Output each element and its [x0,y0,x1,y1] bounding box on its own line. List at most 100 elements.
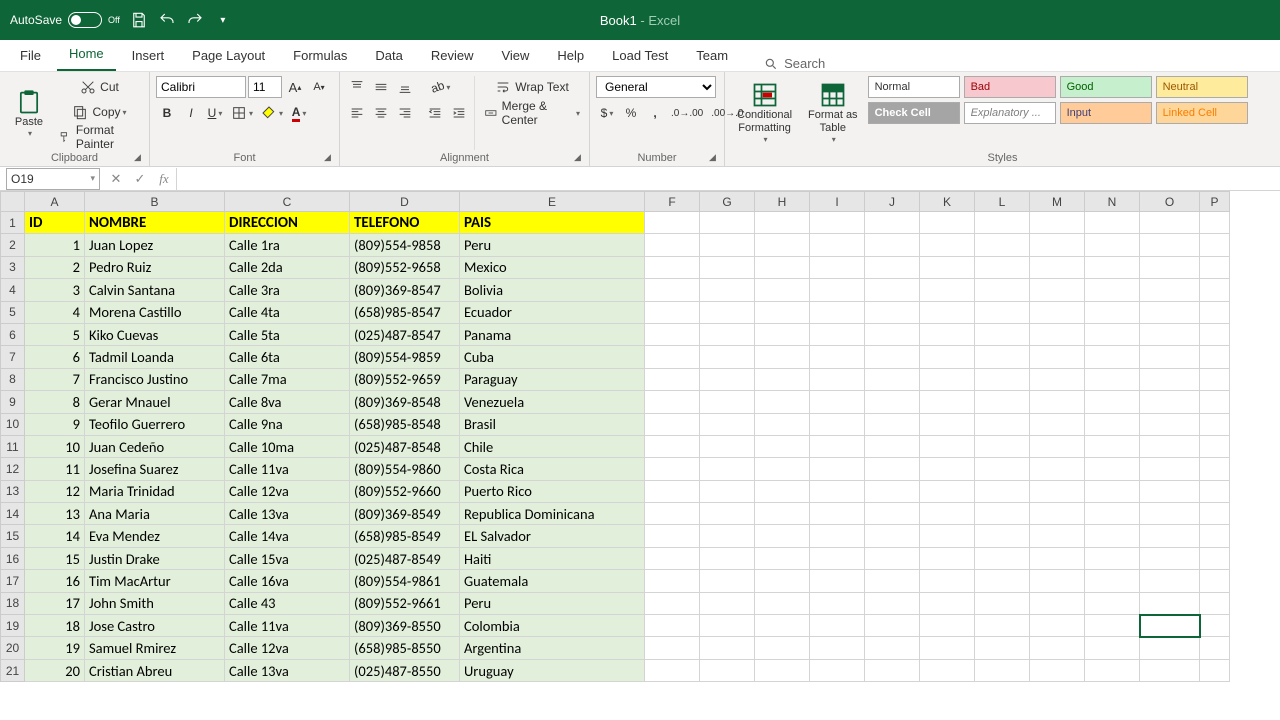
cell[interactable] [755,525,810,547]
cell[interactable] [1200,480,1230,502]
cell[interactable] [645,234,700,256]
cell[interactable] [1085,256,1140,278]
cell[interactable] [810,301,865,323]
cell[interactable] [1030,503,1085,525]
cell[interactable]: Mexico [460,256,645,278]
tab-help[interactable]: Help [545,42,596,71]
cell[interactable] [920,234,975,256]
cell[interactable]: 19 [25,637,85,659]
cell[interactable] [755,503,810,525]
col-header-A[interactable]: A [25,192,85,212]
cell[interactable]: 10 [25,435,85,457]
cell[interactable] [755,435,810,457]
cell[interactable]: (809)369-8550 [350,615,460,637]
percent-button[interactable]: % [620,102,642,124]
cell[interactable]: 12 [25,480,85,502]
cell[interactable] [1200,592,1230,614]
cell[interactable] [1200,256,1230,278]
cell[interactable] [975,570,1030,592]
select-all-corner[interactable] [1,192,25,212]
cell[interactable] [920,637,975,659]
cell[interactable] [700,346,755,368]
cell[interactable] [810,234,865,256]
search-box[interactable]: Search [764,56,825,71]
cell[interactable] [1085,346,1140,368]
cell[interactable] [1085,547,1140,569]
cell[interactable] [755,615,810,637]
cell[interactable]: Calle 9na [225,413,350,435]
row-header-16[interactable]: 16 [1,547,25,569]
cell[interactable]: Calle 12va [225,637,350,659]
cell[interactable] [755,637,810,659]
cell[interactable]: Teofilo Guerrero [85,413,225,435]
cell[interactable]: Francisco Justino [85,368,225,390]
cell[interactable]: Ecuador [460,301,645,323]
autosave-toggle[interactable]: AutoSave Off [10,12,120,28]
tab-view[interactable]: View [489,42,541,71]
cut-button[interactable]: Cut [56,76,143,98]
cell[interactable] [920,391,975,413]
cell[interactable]: Tadmil Loanda [85,346,225,368]
tab-team[interactable]: Team [684,42,740,71]
cell[interactable] [1200,301,1230,323]
cell[interactable] [755,458,810,480]
cell[interactable] [1030,212,1085,234]
cell[interactable] [865,413,920,435]
cell[interactable]: TELEFONO [350,212,460,234]
cell[interactable] [865,301,920,323]
cell[interactable] [920,458,975,480]
cell[interactable] [645,637,700,659]
tab-load-test[interactable]: Load Test [600,42,680,71]
cell[interactable] [1200,346,1230,368]
cell[interactable]: (025)487-8549 [350,547,460,569]
cell[interactable] [865,525,920,547]
cell[interactable] [810,435,865,457]
cell[interactable] [1140,279,1200,301]
row-header-1[interactable]: 1 [1,212,25,234]
cell[interactable]: Josefina Suarez [85,458,225,480]
cell[interactable]: (809)554-9861 [350,570,460,592]
cell[interactable] [1140,212,1200,234]
cell[interactable] [975,413,1030,435]
cell[interactable] [700,234,755,256]
cell[interactable] [1085,368,1140,390]
cell[interactable] [810,570,865,592]
cell[interactable] [920,592,975,614]
cell[interactable] [1200,458,1230,480]
cell[interactable]: (809)369-8547 [350,279,460,301]
cell[interactable] [920,413,975,435]
cell[interactable]: 13 [25,503,85,525]
cell[interactable]: Haiti [460,547,645,569]
cell[interactable]: 3 [25,279,85,301]
cell[interactable]: Peru [460,592,645,614]
cell[interactable] [1030,480,1085,502]
cell[interactable]: 17 [25,592,85,614]
cell[interactable]: Paraguay [460,368,645,390]
font-color-button[interactable]: A▾ [288,102,310,124]
cell[interactable] [1140,346,1200,368]
cell[interactable]: Calle 13va [225,503,350,525]
col-header-H[interactable]: H [755,192,810,212]
cell[interactable] [810,637,865,659]
cell[interactable]: Chile [460,435,645,457]
qat-dropdown-icon[interactable]: ▾ [214,11,232,29]
cell[interactable]: Panama [460,323,645,345]
cell[interactable] [1200,570,1230,592]
cell[interactable] [645,212,700,234]
cell[interactable] [645,503,700,525]
cell[interactable] [1030,570,1085,592]
cell[interactable] [865,659,920,681]
cell[interactable] [700,212,755,234]
cell[interactable] [975,368,1030,390]
style-normal[interactable]: Normal [868,76,960,98]
cell[interactable]: Juan Cedeño [85,435,225,457]
cell[interactable] [810,525,865,547]
cell[interactable] [975,525,1030,547]
cell[interactable]: Calvin Santana [85,279,225,301]
cell[interactable] [865,503,920,525]
cell[interactable]: Morena Castillo [85,301,225,323]
cell[interactable] [1140,413,1200,435]
cell[interactable]: Kiko Cuevas [85,323,225,345]
cell[interactable] [810,323,865,345]
cell[interactable] [920,525,975,547]
